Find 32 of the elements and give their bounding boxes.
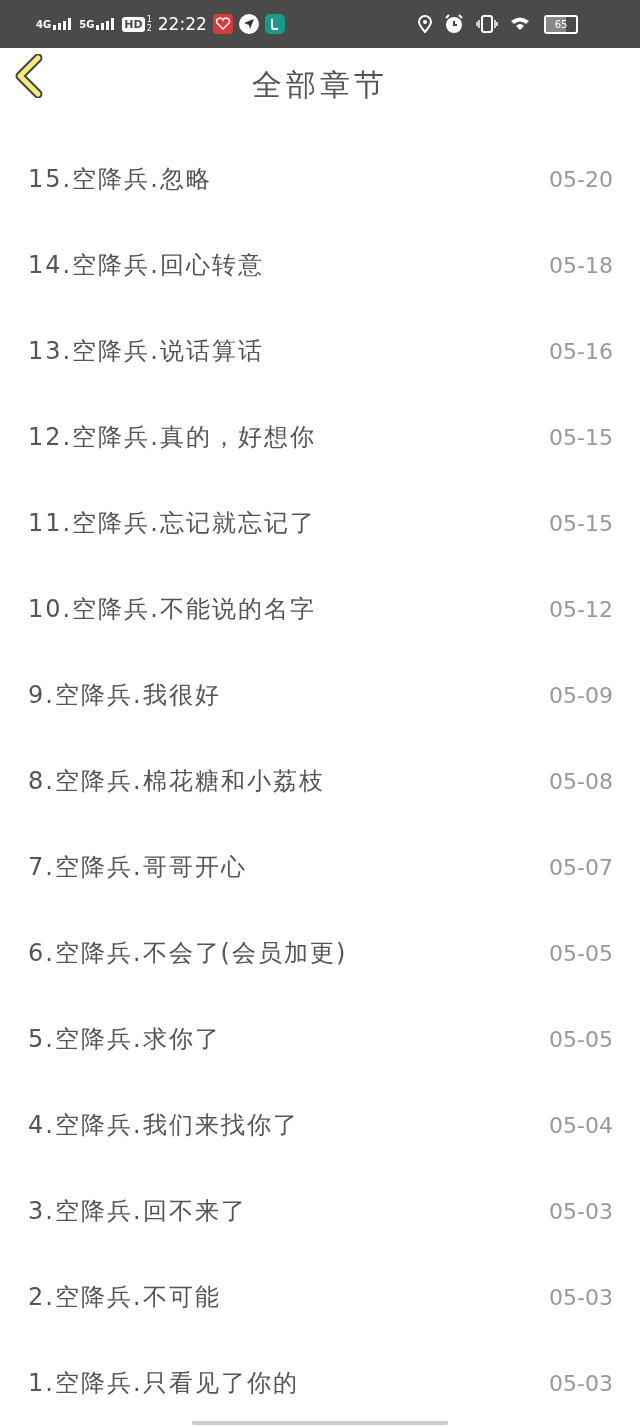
alarm-icon xyxy=(444,14,464,34)
chapter-item[interactable]: 8.空降兵.棉花糖和小荔枝 05-08 xyxy=(28,738,613,824)
chapter-item[interactable]: 12.空降兵.真的，好想你 05-15 xyxy=(28,394,613,480)
chapter-item[interactable]: 2.空降兵.不可能 05-03 xyxy=(28,1254,613,1340)
hd-badge: HD xyxy=(122,16,145,32)
page-title: 全部章节 xyxy=(252,65,388,104)
chapter-item[interactable]: 15.空降兵.忽略 05-20 xyxy=(28,136,613,222)
wifi-icon xyxy=(510,16,532,32)
chapter-item[interactable]: 4.空降兵.我们来找你了 05-04 xyxy=(28,1082,613,1168)
chapter-item[interactable]: 5.空降兵.求你了 05-05 xyxy=(28,996,613,1082)
signal-icon xyxy=(53,18,74,30)
send-app-icon xyxy=(238,14,259,34)
chapter-item[interactable]: 6.空降兵.不会了(会员加更) 05-05 xyxy=(28,910,613,996)
sim-number: 2 xyxy=(146,24,152,33)
chapter-item[interactable]: 10.空降兵.不能说的名字 05-12 xyxy=(28,566,613,652)
battery-percent: 65 xyxy=(553,17,569,32)
chapter-item[interactable]: 9.空降兵.我很好 05-09 xyxy=(28,652,613,738)
chapter-item[interactable]: 11.空降兵.忘记就忘记了 05-15 xyxy=(28,480,613,566)
chapter-item[interactable]: 13.空降兵.说话算话 05-16 xyxy=(28,308,613,394)
sim-number: 1 xyxy=(146,15,152,24)
vibrate-icon xyxy=(476,15,498,33)
network-label: 4G xyxy=(36,18,52,30)
chapter-item[interactable]: 3.空降兵.回不来了 05-03 xyxy=(28,1168,613,1254)
chapter-item[interactable]: 14.空降兵.回心转意 05-18 xyxy=(28,222,613,308)
heart-app-icon xyxy=(212,14,233,34)
signal-icon xyxy=(96,18,117,30)
back-button[interactable] xyxy=(14,54,44,98)
location-icon xyxy=(418,15,432,33)
network-label: 5G xyxy=(79,18,95,30)
chapter-item[interactable]: 7.空降兵.哥哥开心 05-07 xyxy=(28,824,613,910)
clock: 22:22 xyxy=(157,14,207,34)
chapter-item[interactable]: 1.空降兵.只看见了你的 05-03 xyxy=(28,1340,613,1426)
